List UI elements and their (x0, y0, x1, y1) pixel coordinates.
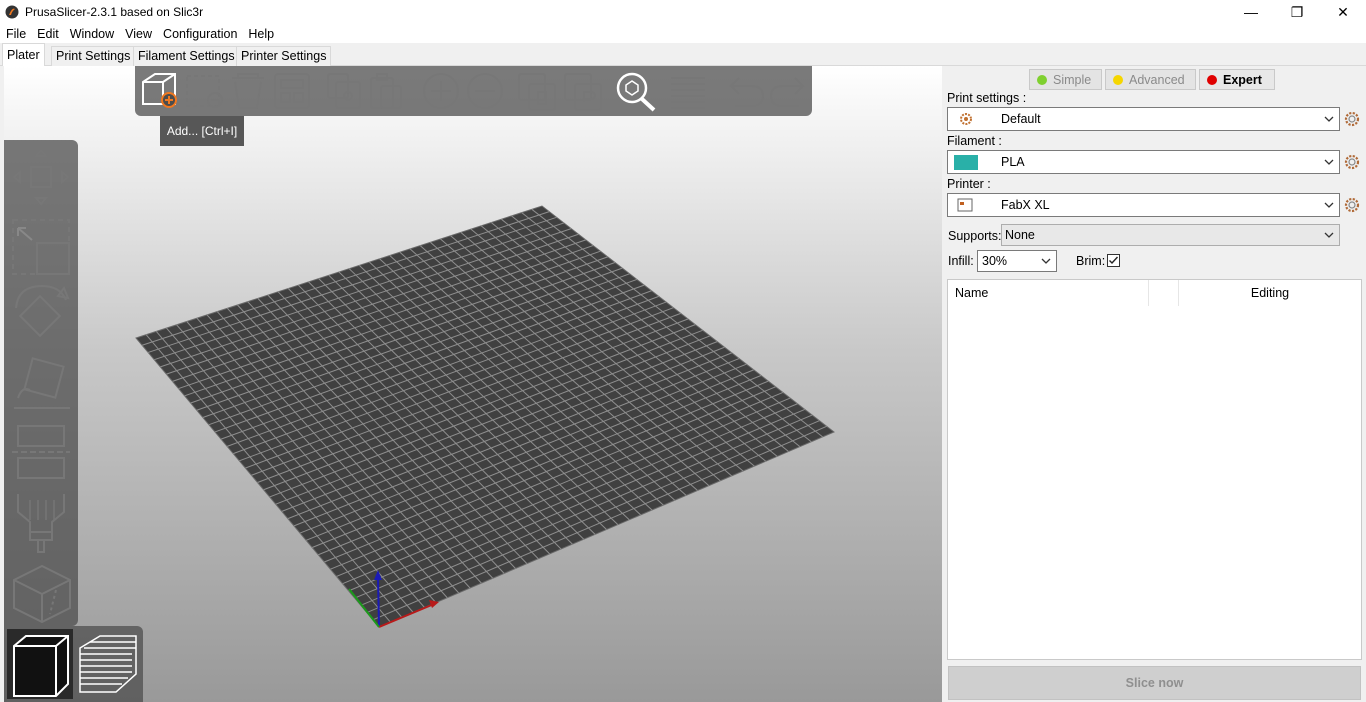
delete-all-icon[interactable] (232, 73, 264, 109)
minimize-button[interactable]: — (1228, 0, 1274, 24)
menu-file[interactable]: File (0, 27, 31, 41)
column-name[interactable]: Name (948, 280, 1149, 306)
mode-simple-button[interactable]: Simple (1029, 69, 1102, 90)
chevron-down-icon (1324, 159, 1334, 165)
mode-advanced-button[interactable]: Advanced (1105, 69, 1196, 90)
place-on-face-icon[interactable] (14, 357, 70, 409)
print-settings-label: Print settings : (947, 91, 1027, 105)
sidebar-panel: Simple Advanced Expert Print settings : … (946, 66, 1366, 702)
infill-combo[interactable]: 30% (977, 250, 1057, 272)
menu-view[interactable]: View (119, 27, 157, 41)
chevron-down-icon (1324, 232, 1334, 238)
filament-label: Filament : (947, 134, 1002, 148)
split-objects-icon[interactable] (518, 73, 556, 111)
view-toolbar (4, 626, 143, 702)
3d-view-icon[interactable] (13, 635, 69, 697)
tab-filament-settings[interactable]: Filament Settings (133, 46, 240, 66)
remove-instance-icon[interactable] (467, 73, 503, 109)
column-extruder[interactable] (1149, 280, 1179, 306)
maximize-button[interactable]: ❐ (1274, 0, 1320, 24)
split-parts-icon[interactable] (564, 73, 602, 111)
main-tabs: Plater Print Settings Filament Settings … (0, 43, 1366, 66)
chevron-down-icon (1324, 116, 1334, 122)
brim-checkbox[interactable] (1107, 254, 1120, 267)
mode-advanced-dot-icon (1113, 74, 1123, 85)
cut-icon[interactable] (12, 425, 70, 479)
print-bed (135, 205, 835, 628)
undo-icon[interactable] (729, 77, 765, 107)
layers-editing-icon[interactable] (671, 77, 705, 109)
filament-color-swatch (954, 154, 978, 170)
chevron-down-icon (1041, 258, 1051, 264)
printer-label: Printer : (947, 177, 991, 191)
delete-icon[interactable] (186, 75, 223, 108)
bed-plate (135, 205, 835, 628)
add-tooltip: Add... [Ctrl+I] (160, 116, 244, 146)
printer-icon (957, 198, 973, 212)
prusaslicer-logo-icon (5, 5, 19, 19)
tab-print-settings[interactable]: Print Settings (51, 46, 136, 66)
menu-bar: File Edit Window View Configuration Help (0, 24, 1366, 43)
infill-label: Infill: (948, 254, 974, 268)
preview-icon[interactable] (79, 635, 137, 693)
3d-viewport[interactable]: Add... [Ctrl+I] (4, 66, 942, 702)
paint-supports-icon[interactable] (17, 494, 65, 553)
left-gizmo-toolbar (4, 140, 78, 626)
brim-label: Brim: (1076, 254, 1106, 268)
print-settings-combo[interactable]: Default (947, 107, 1340, 131)
redo-icon[interactable] (769, 77, 805, 107)
tab-printer-settings[interactable]: Printer Settings (236, 46, 332, 66)
scale-icon[interactable] (12, 219, 70, 275)
seam-icon[interactable] (13, 564, 71, 624)
add-icon[interactable] (142, 73, 177, 108)
chevron-down-icon (1324, 202, 1334, 208)
filament-gear-icon[interactable] (1344, 154, 1360, 170)
menu-window[interactable]: Window (64, 27, 119, 41)
printer-gear-icon[interactable] (1344, 197, 1360, 213)
print-settings-gear-icon[interactable] (1344, 111, 1360, 127)
printer-combo[interactable]: FabX XL (947, 193, 1340, 217)
top-toolbar (135, 66, 812, 116)
supports-label: Supports: (948, 229, 1002, 243)
rotate-icon[interactable] (15, 284, 70, 338)
menu-help[interactable]: Help (242, 27, 279, 41)
supports-combo[interactable]: None (1001, 224, 1340, 246)
arrange-icon[interactable] (274, 73, 310, 109)
mode-expert-button[interactable]: Expert (1199, 69, 1275, 90)
copy-icon[interactable] (327, 73, 361, 109)
add-instance-icon[interactable] (423, 73, 459, 109)
tab-plater[interactable]: Plater (2, 43, 45, 66)
menu-configuration[interactable]: Configuration (157, 27, 242, 41)
mode-expert-dot-icon (1207, 74, 1217, 85)
close-button[interactable]: ✕ (1320, 0, 1366, 24)
mode-simple-dot-icon (1037, 74, 1047, 85)
paste-icon[interactable] (370, 73, 402, 109)
title-bar: PrusaSlicer-2.3.1 based on Slic3r — ❐ ✕ (0, 0, 1366, 24)
object-list[interactable]: Name Editing (947, 279, 1362, 660)
menu-edit[interactable]: Edit (31, 27, 64, 41)
slice-now-button[interactable]: Slice now (948, 666, 1361, 700)
window-title: PrusaSlicer-2.3.1 based on Slic3r (25, 5, 204, 19)
column-editing[interactable]: Editing (1179, 280, 1361, 306)
filament-combo[interactable]: PLA (947, 150, 1340, 174)
print-settings-icon (960, 113, 972, 125)
search-icon[interactable] (616, 72, 656, 112)
move-icon[interactable] (12, 148, 70, 206)
